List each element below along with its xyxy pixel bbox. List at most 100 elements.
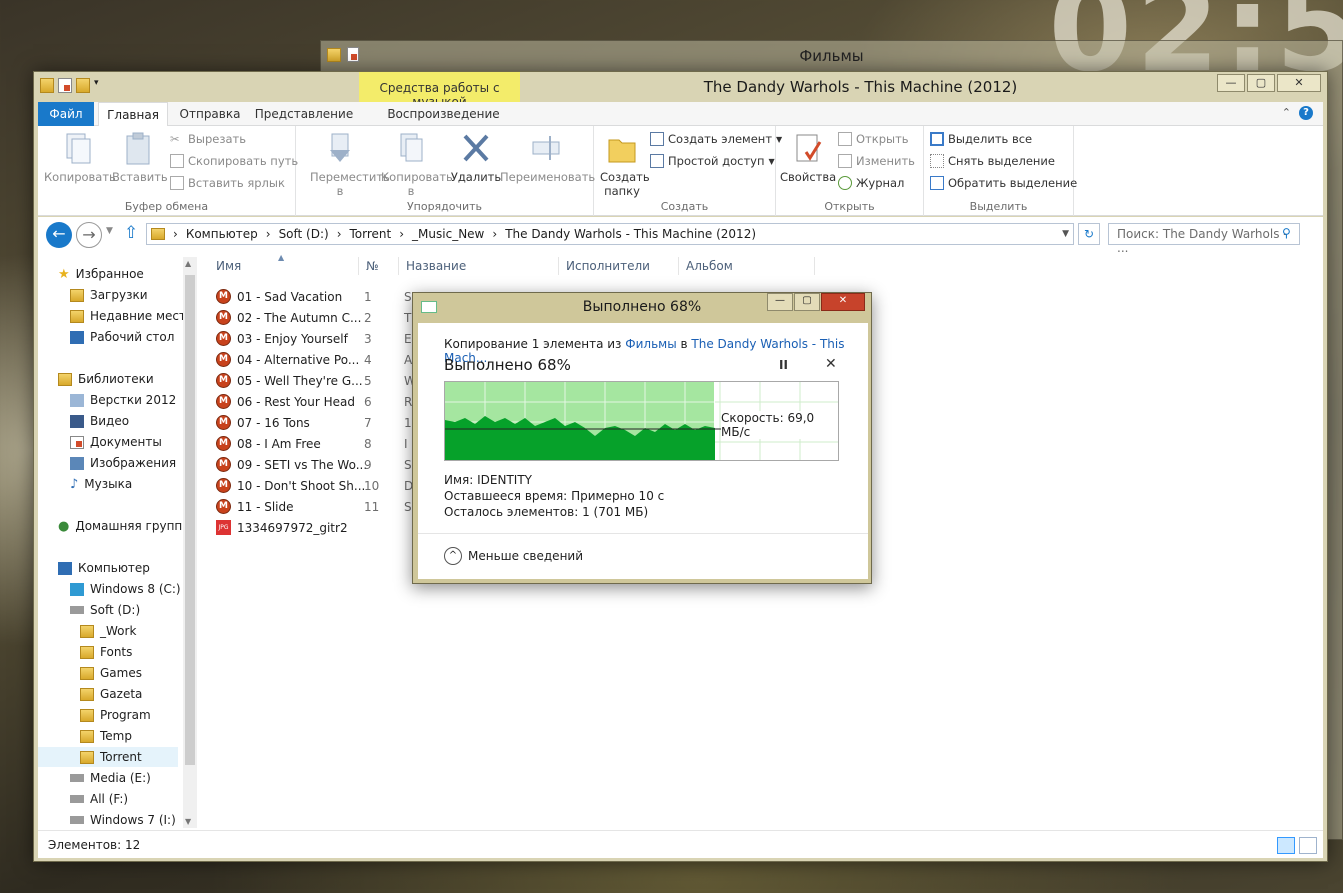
paste-shortcut-button[interactable]: Вставить ярлык xyxy=(170,176,285,190)
paste-button[interactable]: Вставить xyxy=(112,132,168,184)
scroll-up-icon[interactable]: ▲ xyxy=(185,259,191,268)
nav-folder-program[interactable]: Program xyxy=(80,705,151,725)
minimize-button[interactable]: — xyxy=(1217,74,1245,92)
scroll-down-icon[interactable]: ▼ xyxy=(185,817,191,826)
refresh-button[interactable]: ↻ xyxy=(1078,223,1100,245)
copy-to-button[interactable]: Копировать в xyxy=(376,132,453,198)
address-bar[interactable]: › Компьютер › Soft (D:) › Torrent › _Music_N… xyxy=(146,223,1074,245)
dialog-minimize-button[interactable]: — xyxy=(767,293,793,311)
item-count: Элементов: 12 xyxy=(48,838,141,852)
column-header-title[interactable]: Название xyxy=(406,259,466,273)
breadcrumb-torrent[interactable]: Torrent xyxy=(350,227,392,241)
tab-file[interactable]: Файл xyxy=(38,102,94,126)
help-icon[interactable]: ? xyxy=(1299,106,1313,120)
cancel-copy-button[interactable]: ✕ xyxy=(825,356,837,372)
history-button[interactable]: Журнал xyxy=(838,176,904,190)
nav-downloads[interactable]: Загрузки xyxy=(70,285,148,305)
select-none-button[interactable]: Снять выделение xyxy=(930,154,1055,168)
move-to-button[interactable]: Переместить в xyxy=(300,132,390,198)
tab-share[interactable]: Отправка xyxy=(172,102,248,126)
nav-folder-games[interactable]: Games xyxy=(80,663,142,683)
new-item-icon xyxy=(650,132,664,146)
nav-drive-d[interactable]: Soft (D:) xyxy=(70,600,140,620)
tab-home[interactable]: Главная xyxy=(98,102,168,127)
large-icons-view-button[interactable] xyxy=(1299,837,1317,854)
time-remaining-row: Оставшееся время: Примерно 10 с xyxy=(444,489,665,503)
forward-button[interactable]: → xyxy=(76,222,102,248)
nav-computer[interactable]: Компьютер xyxy=(58,558,150,578)
downloads-folder-icon xyxy=(70,288,84,302)
breadcrumb-soft-d[interactable]: Soft (D:) xyxy=(279,227,329,241)
dialog-close-button[interactable]: ✕ xyxy=(821,293,865,311)
new-item-button[interactable]: Создать элемент ▼ xyxy=(650,132,782,146)
folder-icon xyxy=(80,708,94,722)
copy-icon xyxy=(61,132,93,166)
open-button[interactable]: Открыть xyxy=(838,132,909,146)
breadcrumb-music-new[interactable]: _Music_New xyxy=(412,227,484,241)
dialog-maximize-button[interactable]: ▢ xyxy=(794,293,820,311)
nav-libraries[interactable]: Библиотеки xyxy=(58,369,154,389)
column-header-artists[interactable]: Исполнители xyxy=(566,259,650,273)
easy-access-button[interactable]: Простой доступ ▼ xyxy=(650,154,775,168)
up-arrow-icon[interactable]: ⇧ xyxy=(124,223,138,243)
search-icon[interactable]: ⚲ xyxy=(1282,226,1291,240)
nav-drive-e[interactable]: Media (E:) xyxy=(70,768,151,788)
nav-images[interactable]: Изображения xyxy=(70,453,176,473)
nav-folder-temp[interactable]: Temp xyxy=(80,726,132,746)
breadcrumb-computer[interactable]: Компьютер xyxy=(186,227,258,241)
tab-view[interactable]: Представление xyxy=(252,102,356,126)
ribbon-tabs: Файл Главная Отправка Представление Восп… xyxy=(38,102,1323,127)
nav-scrollbar[interactable]: ▲ ▼ xyxy=(183,257,197,828)
nav-homegroup[interactable]: ● Домашняя группа xyxy=(58,516,190,536)
nav-folder-gazeta[interactable]: Gazeta xyxy=(80,684,142,704)
back-button[interactable]: ← xyxy=(46,222,72,248)
pause-button[interactable]: II xyxy=(779,358,788,372)
tab-playback[interactable]: Воспроизведение xyxy=(363,102,524,126)
chevron-up-icon: ^ xyxy=(444,547,462,565)
details-view-button[interactable] xyxy=(1277,837,1295,854)
nav-folder-work[interactable]: _Work xyxy=(80,621,136,641)
nav-drive-c[interactable]: Windows 8 (C:) xyxy=(70,579,181,599)
edit-button[interactable]: Изменить xyxy=(838,154,915,168)
nav-favorites[interactable]: ★ Избранное xyxy=(58,264,144,284)
edit-icon xyxy=(838,154,852,168)
recent-locations-chevron-icon[interactable]: ▼ xyxy=(106,226,113,236)
search-input[interactable]: Поиск: The Dandy Warhols - ... xyxy=(1108,223,1300,255)
title-bar[interactable]: ▾ Средства работы с музыкой The Dandy Wa… xyxy=(34,72,1327,109)
items-remaining-value: 1 (701 МБ) xyxy=(582,505,649,519)
address-dropdown-icon[interactable]: ▼ xyxy=(1062,229,1069,239)
column-header-name[interactable]: Имя xyxy=(216,259,241,273)
new-folder-button[interactable]: Создать папку xyxy=(598,132,650,198)
collapse-ribbon-icon[interactable]: ⌃ xyxy=(1282,106,1291,119)
nav-folder-fonts[interactable]: Fonts xyxy=(80,642,132,662)
copy-button[interactable]: Копировать xyxy=(44,132,116,184)
copy-progress-dialog[interactable]: Выполнено 68% — ▢ ✕ Копирование 1 элемен… xyxy=(412,292,872,584)
music-file-icon: M xyxy=(216,310,231,325)
nav-music[interactable]: ♪ Музыка xyxy=(70,474,132,494)
nav-videos[interactable]: Видео xyxy=(70,411,129,431)
rename-button[interactable]: Переименовать xyxy=(500,132,595,184)
history-clock-icon xyxy=(838,176,852,190)
scrollbar-thumb[interactable] xyxy=(185,275,195,765)
select-all-button[interactable]: Выделить все xyxy=(930,132,1032,146)
nav-folder-torrent[interactable]: Torrent xyxy=(38,747,178,767)
nav-drive-i[interactable]: Windows 7 (I:) xyxy=(70,810,176,830)
nav-drive-f[interactable]: All (F:) xyxy=(70,789,128,809)
maximize-button[interactable]: ▢ xyxy=(1247,74,1275,92)
properties-button[interactable]: Свойства xyxy=(780,132,836,184)
column-header-album[interactable]: Альбом xyxy=(686,259,733,273)
close-button[interactable]: ✕ xyxy=(1277,74,1321,92)
nav-desktop[interactable]: Рабочий стол xyxy=(70,327,174,347)
nav-library-verstki[interactable]: Верстки 2012 xyxy=(70,390,176,410)
name-row: Имя: IDENTITY xyxy=(444,473,532,487)
breadcrumb-current-folder[interactable]: The Dandy Warhols - This Machine (2012) xyxy=(505,227,756,241)
column-header-number[interactable]: № xyxy=(366,259,378,273)
nav-recent[interactable]: Недавние места xyxy=(70,306,193,326)
cut-button[interactable]: ✂ Вырезать xyxy=(170,132,246,146)
nav-documents[interactable]: Документы xyxy=(70,432,162,452)
delete-button[interactable]: Удалить xyxy=(450,132,502,184)
less-details-button[interactable]: ^ Меньше сведений xyxy=(444,547,583,565)
invert-selection-button[interactable]: Обратить выделение xyxy=(930,176,1077,190)
copy-path-button[interactable]: Скопировать путь xyxy=(170,154,298,168)
source-link[interactable]: Фильмы xyxy=(625,337,676,351)
